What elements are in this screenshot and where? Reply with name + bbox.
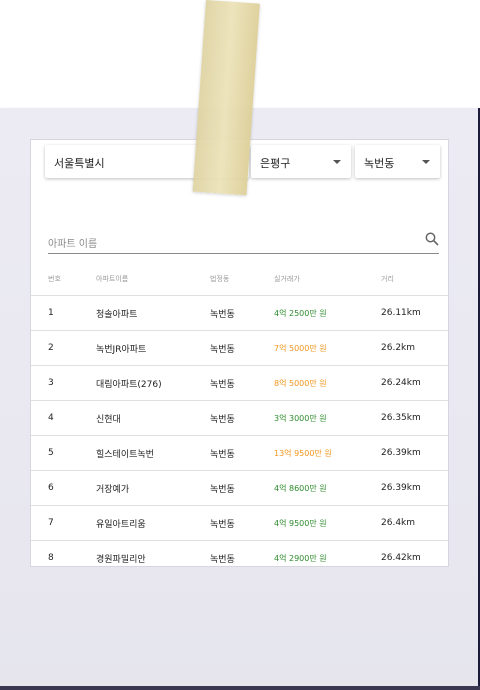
row-apartment-name: 경원파밀리안 bbox=[96, 540, 210, 566]
row-distance: 26.4km bbox=[381, 505, 448, 541]
row-price: 4억 2900만 원 bbox=[274, 540, 381, 566]
table-row[interactable]: 6 거장예가 녹번동 4억 8600만 원 26.39km bbox=[31, 470, 448, 506]
table-row[interactable]: 5 힐스테이트녹번 녹번동 13억 9500만 원 26.39km bbox=[31, 435, 448, 471]
row-number: 7 bbox=[31, 505, 96, 541]
row-legal-dong: 녹번동 bbox=[210, 400, 274, 436]
row-apartment-name: 신현대 bbox=[96, 400, 210, 436]
row-distance: 26.24km bbox=[381, 365, 448, 401]
row-legal-dong: 녹번동 bbox=[210, 295, 274, 331]
row-legal-dong: 녹번동 bbox=[210, 365, 274, 401]
apartment-table: 번호 아파트이름 법정동 실거래가 거리 1 청솔아파트 녹번동 4억 2500만 원… bbox=[31, 262, 448, 566]
header-legal-dong[interactable]: 법정동 bbox=[210, 262, 274, 296]
row-number: 4 bbox=[31, 400, 96, 436]
apartment-search-field[interactable]: 아파트 이름 bbox=[48, 227, 439, 254]
district-select-value: 은평구 bbox=[260, 157, 291, 170]
row-apartment-name: 청솔아파트 bbox=[96, 295, 210, 331]
city-select-value: 서울특별시 bbox=[54, 157, 105, 170]
dong-select-value: 녹번동 bbox=[364, 157, 395, 170]
row-legal-dong: 녹번동 bbox=[210, 540, 274, 566]
app-screen: 서울특별시 은평구 녹번동 아파트 이름 번호 아파트이름 법정동 실거래가 거… bbox=[31, 140, 448, 566]
row-distance: 26.35km bbox=[381, 400, 448, 436]
row-distance: 26.2km bbox=[381, 330, 448, 366]
row-price: 13억 9500만 원 bbox=[274, 435, 381, 471]
header-price[interactable]: 실거래가 bbox=[274, 262, 381, 296]
row-price: 4억 8600만 원 bbox=[274, 470, 381, 506]
header-number[interactable]: 번호 bbox=[31, 262, 96, 296]
row-apartment-name: 힐스테이트녹번 bbox=[96, 435, 210, 471]
row-price: 7억 5000만 원 bbox=[274, 330, 381, 366]
row-apartment-name: 유일아트리움 bbox=[96, 505, 210, 541]
row-number: 3 bbox=[31, 365, 96, 401]
row-distance: 26.11km bbox=[381, 295, 448, 331]
row-number: 6 bbox=[31, 470, 96, 506]
header-distance[interactable]: 거리 bbox=[381, 262, 448, 296]
district-select[interactable]: 은평구 bbox=[251, 145, 351, 178]
table-row[interactable]: 7 유일아트리움 녹번동 4억 9500만 원 26.4km bbox=[31, 505, 448, 541]
row-number: 2 bbox=[31, 330, 96, 366]
row-distance: 26.39km bbox=[381, 435, 448, 471]
row-price: 3억 3000만 원 bbox=[274, 400, 381, 436]
table-row[interactable]: 8 경원파밀리안 녹번동 4억 2900만 원 26.42km bbox=[31, 540, 448, 566]
search-placeholder: 아파트 이름 bbox=[48, 239, 98, 250]
row-distance: 26.39km bbox=[381, 470, 448, 506]
table-row[interactable]: 2 녹번JR아파트 녹번동 7억 5000만 원 26.2km bbox=[31, 330, 448, 366]
row-price: 8억 5000만 원 bbox=[274, 365, 381, 401]
header-apartment-name[interactable]: 아파트이름 bbox=[96, 262, 210, 296]
table-row[interactable]: 1 청솔아파트 녹번동 4억 2500만 원 26.11km bbox=[31, 295, 448, 331]
row-apartment-name: 대림아파트(276) bbox=[96, 365, 210, 401]
chevron-down-icon bbox=[333, 160, 341, 164]
row-price: 4억 9500만 원 bbox=[274, 505, 381, 541]
row-price: 4억 2500만 원 bbox=[274, 295, 381, 331]
row-legal-dong: 녹번동 bbox=[210, 505, 274, 541]
row-apartment-name: 거장예가 bbox=[96, 470, 210, 506]
table-row[interactable]: 3 대림아파트(276) 녹번동 8억 5000만 원 26.24km bbox=[31, 365, 448, 401]
dong-select[interactable]: 녹번동 bbox=[355, 145, 440, 178]
table-header-row: 번호 아파트이름 법정동 실거래가 거리 bbox=[31, 262, 448, 296]
chevron-down-icon bbox=[422, 160, 430, 164]
row-number: 8 bbox=[31, 540, 96, 566]
row-apartment-name: 녹번JR아파트 bbox=[96, 330, 210, 366]
row-legal-dong: 녹번동 bbox=[210, 470, 274, 506]
row-legal-dong: 녹번동 bbox=[210, 330, 274, 366]
table-row[interactable]: 4 신현대 녹번동 3억 3000만 원 26.35km bbox=[31, 400, 448, 436]
frame-shadow-bottom bbox=[0, 686, 480, 690]
row-number: 1 bbox=[31, 295, 96, 331]
row-legal-dong: 녹번동 bbox=[210, 435, 274, 471]
search-icon[interactable] bbox=[425, 232, 439, 246]
row-distance: 26.42km bbox=[381, 540, 448, 566]
row-number: 5 bbox=[31, 435, 96, 471]
